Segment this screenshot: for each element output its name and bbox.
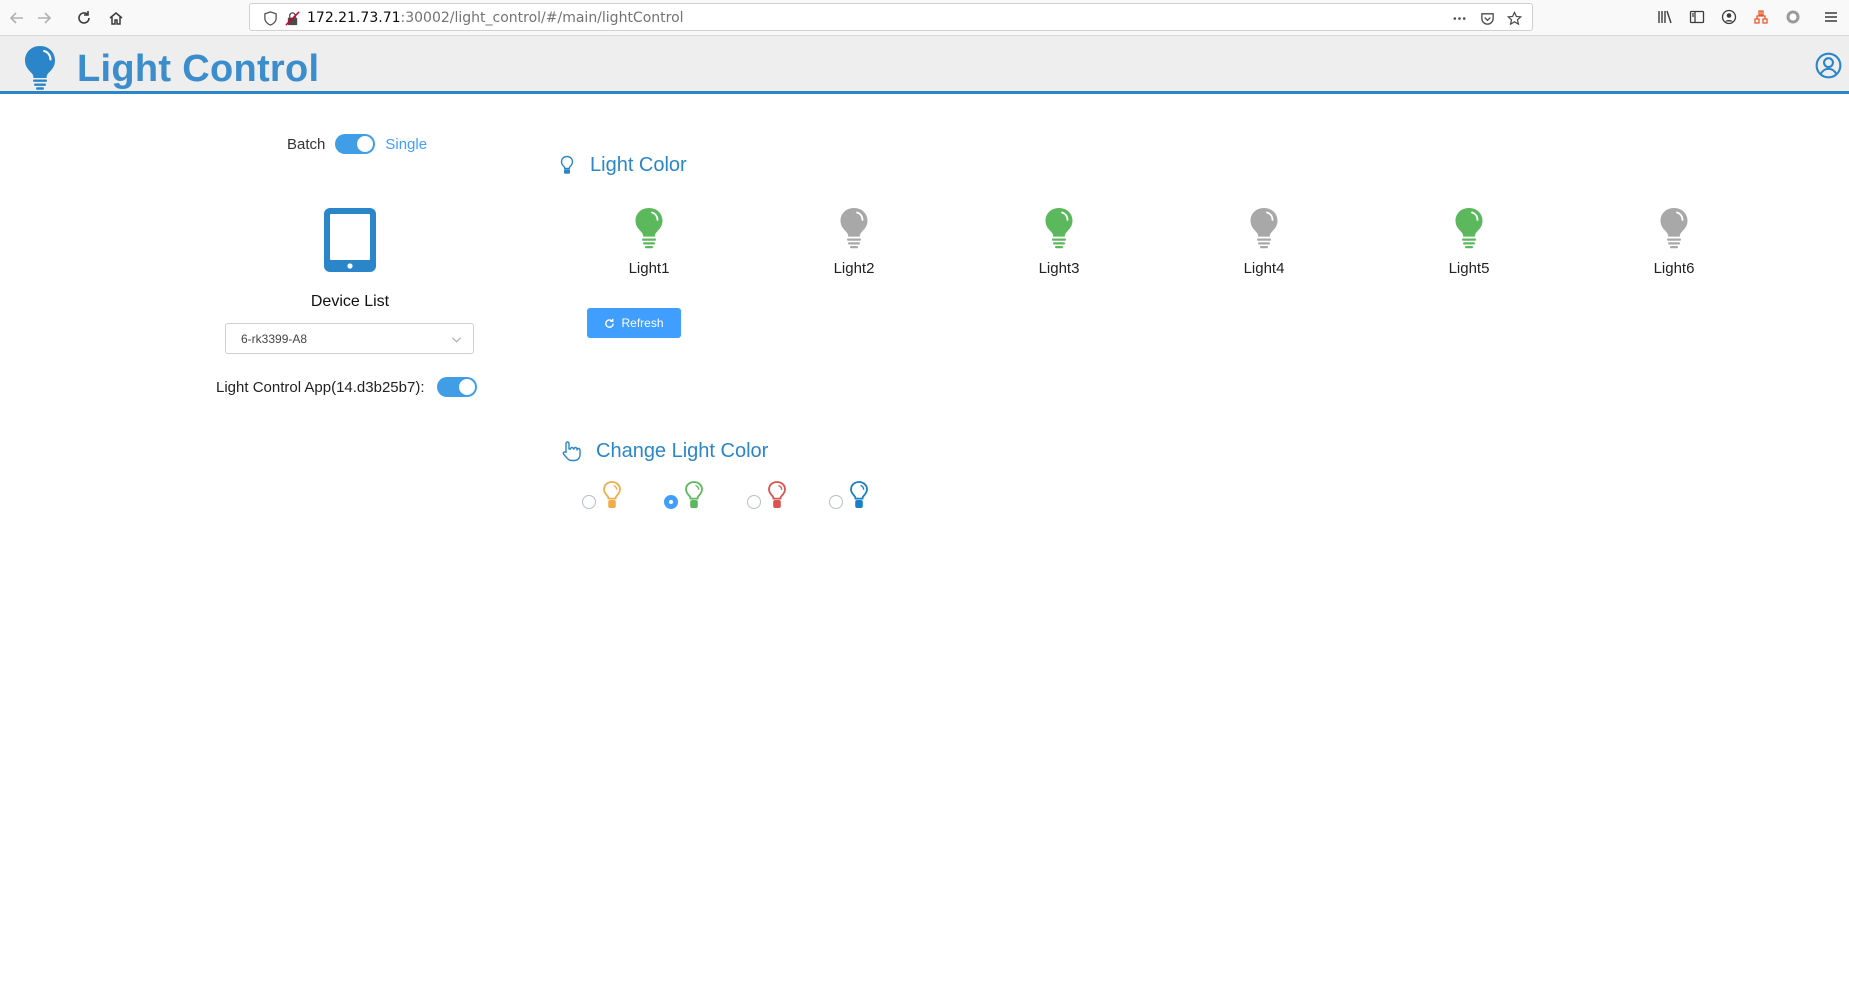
mode-toggle-row: Batch Single <box>287 132 427 156</box>
orange-bulb-icon <box>603 481 621 508</box>
sidebar-icon[interactable] <box>1688 8 1706 26</box>
change-light-color-title: Change Light Color <box>596 440 769 462</box>
color-option-red[interactable] <box>747 480 807 510</box>
light-2: Light2 <box>804 206 904 277</box>
pocket-icon[interactable] <box>1479 10 1495 26</box>
user-icon[interactable] <box>1815 52 1842 79</box>
home-icon <box>109 12 123 25</box>
switch-knob <box>459 379 476 395</box>
radio-button-selected[interactable] <box>664 495 678 509</box>
account-icon[interactable] <box>1720 8 1738 26</box>
reload-button[interactable] <box>72 6 96 30</box>
radio-button[interactable] <box>747 495 761 509</box>
bulb-outline-icon <box>560 155 574 174</box>
refresh-label: Refresh <box>621 316 664 330</box>
menu-icon[interactable] <box>1822 8 1840 26</box>
back-button[interactable] <box>5 6 29 30</box>
device-list-title: Device List <box>310 293 390 310</box>
bulb-icon <box>635 208 663 249</box>
bulb-icon <box>1660 208 1688 249</box>
bulb-icon <box>1455 208 1483 249</box>
color-option-orange[interactable] <box>582 480 642 510</box>
light-label: Light4 <box>1243 260 1285 277</box>
blue-bulb-icon <box>850 481 868 508</box>
back-icon <box>9 12 23 24</box>
single-label[interactable]: Single <box>385 136 427 153</box>
url-text[interactable]: 172.21.73.71:30002/light_control/#/main/… <box>307 10 684 26</box>
light-6: Light6 <box>1624 206 1724 277</box>
light-5: Light5 <box>1419 206 1519 277</box>
library-icon[interactable] <box>1656 8 1674 26</box>
switch-knob <box>357 136 374 152</box>
light-label: Light2 <box>833 260 875 277</box>
light-label: Light5 <box>1448 260 1490 277</box>
forward-icon <box>38 12 52 24</box>
radio-button[interactable] <box>582 495 596 509</box>
device-select[interactable]: 6-rk3399-A8 <box>225 323 474 354</box>
url-host: 172.21.73.71 <box>307 10 401 26</box>
red-bulb-icon <box>768 481 786 508</box>
hand-pointer-icon <box>562 441 581 462</box>
extension-icon[interactable] <box>1752 8 1770 26</box>
home-button[interactable] <box>104 6 128 30</box>
bulb-logo-icon <box>25 46 55 90</box>
batch-label[interactable]: Batch <box>287 136 325 153</box>
light-label: Light1 <box>628 260 670 277</box>
green-bulb-icon <box>685 481 703 508</box>
tablet-icon <box>324 208 376 272</box>
chevron-down-icon <box>451 337 462 343</box>
url-bar[interactable]: 172.21.73.71:30002/light_control/#/main/… <box>249 3 1533 31</box>
app-header: Light Control <box>0 36 1849 94</box>
color-option-green[interactable] <box>664 480 724 510</box>
bulb-icon <box>840 208 868 249</box>
light-label: Light6 <box>1653 260 1695 277</box>
mode-switch[interactable] <box>335 134 376 154</box>
light-color-title: Light Color <box>590 154 687 176</box>
star-icon[interactable] <box>1506 10 1522 26</box>
color-option-blue[interactable] <box>829 480 889 510</box>
app-toggle-switch[interactable] <box>437 377 478 397</box>
app-toggle-row: Light Control App(14.d3b25b7): <box>216 375 478 399</box>
extension-circle-icon[interactable] <box>1784 8 1802 26</box>
app-toggle-label: Light Control App(14.d3b25b7): <box>216 378 425 396</box>
reload-icon <box>78 11 90 24</box>
forward-button[interactable] <box>32 6 56 30</box>
light-label: Light3 <box>1038 260 1080 277</box>
app-title: Light Control <box>77 48 320 90</box>
shield-icon[interactable] <box>262 10 278 26</box>
url-path: :30002/light_control/#/main/lightControl <box>400 10 684 26</box>
insecure-lock-icon[interactable] <box>284 10 300 26</box>
more-icon[interactable] <box>1451 10 1467 26</box>
light-1: Light1 <box>599 206 699 277</box>
device-select-value: 6-rk3399-A8 <box>241 332 308 346</box>
refresh-button[interactable]: Refresh <box>587 308 681 338</box>
browser-toolbar: 172.21.73.71:30002/light_control/#/main/… <box>0 0 1849 36</box>
bulb-icon <box>1045 208 1073 249</box>
radio-button[interactable] <box>829 495 843 509</box>
light-4: Light4 <box>1214 206 1314 277</box>
light-3: Light3 <box>1009 206 1109 277</box>
bulb-icon <box>1250 208 1278 249</box>
refresh-icon <box>605 318 615 328</box>
